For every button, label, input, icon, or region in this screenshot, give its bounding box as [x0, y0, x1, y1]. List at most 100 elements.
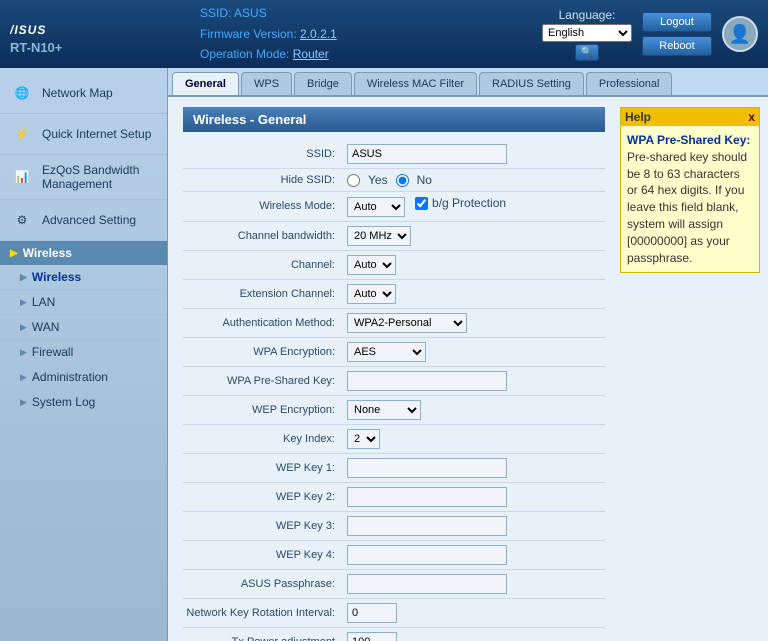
quick-setup-icon: ⚡: [10, 122, 34, 146]
channel-value: Auto12611: [343, 250, 605, 279]
reboot-button[interactable]: Reboot: [642, 36, 712, 56]
logout-button[interactable]: Logout: [642, 12, 712, 32]
tabs-bar: General WPS Bridge Wireless MAC Filter R…: [168, 68, 768, 97]
content-area: General WPS Bridge Wireless MAC Filter R…: [168, 68, 768, 641]
firmware-link[interactable]: 2.0.2.1: [300, 27, 337, 41]
section-title: Wireless - General: [183, 107, 605, 132]
channel-bw-row: Channel bandwidth: 20 MHz40 MHz: [183, 221, 605, 250]
ezqos-icon: 📊: [10, 165, 34, 189]
ssid-label: SSID:: [200, 6, 231, 20]
quick-setup-label: Quick Internet Setup: [42, 127, 151, 141]
hide-ssid-no-label: No: [417, 173, 432, 187]
wireless-form-table: SSID: Hide SSID: Yes No: [183, 140, 605, 641]
wireless-mode-value: Autob Onlyg Onlyn Only b/g Protection: [343, 192, 605, 222]
administration-label: Administration: [32, 370, 108, 384]
wpa-encryption-label: WPA Encryption:: [183, 337, 343, 366]
channel-bw-value: 20 MHz40 MHz: [343, 221, 605, 250]
wireless-mode-select[interactable]: Autob Onlyg Onlyn Only: [347, 197, 405, 217]
key-index-label: Key Index:: [183, 424, 343, 453]
operation-link[interactable]: Router: [293, 47, 329, 61]
wep-key3-value: [343, 511, 605, 540]
form-area: Wireless - General SSID: Hide SSID:: [168, 97, 768, 641]
hide-ssid-label: Hide SSID:: [183, 169, 343, 192]
svg-text:/ISUS: /ISUS: [10, 23, 46, 37]
channel-bw-select[interactable]: 20 MHz40 MHz: [347, 226, 411, 246]
help-panel: Help x WPA Pre-Shared Key: Pre-shared ke…: [620, 107, 760, 273]
wpa-encryption-row: WPA Encryption: AESTKIPTKIP+AES: [183, 337, 605, 366]
sidebar-subitem-lan[interactable]: ▶ LAN: [0, 290, 167, 315]
key-index-select[interactable]: 1234: [347, 429, 380, 449]
wep-encryption-select[interactable]: NoneWEP-64WEP-128: [347, 400, 421, 420]
sidebar-subitem-wan[interactable]: ▶ WAN: [0, 315, 167, 340]
system-log-label: System Log: [32, 395, 95, 409]
tx-power-input[interactable]: [347, 632, 397, 641]
operation-label: Operation Mode:: [200, 47, 289, 61]
wpa-key-input[interactable]: [347, 371, 507, 391]
bg-protection-group: b/g Protection: [415, 196, 506, 210]
auth-method-select[interactable]: WPA2-PersonalWPA-PersonalWPA2-Enterprise…: [347, 313, 467, 333]
network-map-label: Network Map: [42, 86, 113, 100]
sidebar-subitem-administration[interactable]: ▶ Administration: [0, 365, 167, 390]
model-name: RT-N10+: [10, 40, 62, 55]
sidebar-subitem-wireless[interactable]: ▶ Wireless: [0, 265, 167, 290]
sidebar-item-advanced[interactable]: ⚙ Advanced Setting: [0, 200, 167, 241]
language-select[interactable]: English Chinese French: [542, 24, 632, 42]
hide-ssid-yes-radio[interactable]: [347, 174, 360, 187]
bg-protection-checkbox[interactable]: [415, 197, 428, 210]
tab-bridge[interactable]: Bridge: [294, 72, 352, 95]
sidebar-subitem-firewall[interactable]: ▶ Firewall: [0, 340, 167, 365]
sidebar-subitem-system-log[interactable]: ▶ System Log: [0, 390, 167, 415]
channel-select[interactable]: Auto12611: [347, 255, 396, 275]
ssid-value: ASUS: [234, 6, 267, 20]
wep-encryption-label: WEP Encryption:: [183, 395, 343, 424]
tx-power-value: [343, 627, 605, 641]
wireless-triangle: ▶: [10, 248, 18, 259]
ssid-value-cell: [343, 140, 605, 169]
wep-encryption-value: NoneWEP-64WEP-128: [343, 395, 605, 424]
language-area: Language: English Chinese French 🔍: [542, 8, 632, 61]
advanced-label: Advanced Setting: [42, 213, 136, 227]
tab-mac-filter[interactable]: Wireless MAC Filter: [354, 72, 477, 95]
extension-channel-row: Extension Channel: Auto1611: [183, 279, 605, 308]
tab-professional[interactable]: Professional: [586, 72, 673, 95]
wep-key1-value: [343, 453, 605, 482]
tab-radius[interactable]: RADIUS Setting: [479, 72, 584, 95]
rotation-interval-row: Network Key Rotation Interval:: [183, 598, 605, 627]
sidebar: 🌐 Network Map ⚡ Quick Internet Setup 📊 E…: [0, 68, 168, 641]
wep-key1-row: WEP Key 1:: [183, 453, 605, 482]
wep-key1-input[interactable]: [347, 458, 507, 478]
auth-method-value: WPA2-PersonalWPA-PersonalWPA2-Enterprise…: [343, 308, 605, 337]
wpa-encryption-value: AESTKIPTKIP+AES: [343, 337, 605, 366]
header-buttons: Logout Reboot: [642, 12, 712, 56]
wireless-mode-row: Wireless Mode: Autob Onlyg Onlyn Only b/…: [183, 192, 605, 222]
rotation-interval-label: Network Key Rotation Interval:: [183, 598, 343, 627]
asus-passphrase-label: ASUS Passphrase:: [183, 569, 343, 598]
firewall-label: Firewall: [32, 345, 73, 359]
syslog-arrow: ▶: [20, 397, 27, 408]
key-index-row: Key Index: 1234: [183, 424, 605, 453]
hide-ssid-no-radio[interactable]: [396, 174, 409, 187]
hide-ssid-value: Yes No: [343, 169, 605, 192]
wep-key3-input[interactable]: [347, 516, 507, 536]
sidebar-item-quick-setup[interactable]: ⚡ Quick Internet Setup: [0, 114, 167, 155]
ssid-input[interactable]: [347, 144, 507, 164]
search-button[interactable]: 🔍: [575, 44, 599, 61]
channel-row: Channel: Auto12611: [183, 250, 605, 279]
bg-protection-label: b/g Protection: [432, 196, 506, 210]
wep-key4-input[interactable]: [347, 545, 507, 565]
help-close-button[interactable]: x: [748, 110, 755, 124]
lan-label: LAN: [32, 295, 55, 309]
sidebar-item-network-map[interactable]: 🌐 Network Map: [0, 73, 167, 114]
rotation-interval-input[interactable]: [347, 603, 397, 623]
tab-wps[interactable]: WPS: [241, 72, 292, 95]
asus-passphrase-input[interactable]: [347, 574, 507, 594]
ssid-label: SSID:: [183, 140, 343, 169]
extension-channel-select[interactable]: Auto1611: [347, 284, 396, 304]
wpa-encryption-select[interactable]: AESTKIPTKIP+AES: [347, 342, 426, 362]
asus-logo: /ISUS: [10, 14, 80, 38]
wireless-group: ▶ Wireless: [0, 241, 167, 265]
wan-label: WAN: [32, 320, 60, 334]
tab-general[interactable]: General: [172, 72, 239, 95]
wep-key2-input[interactable]: [347, 487, 507, 507]
sidebar-item-ezqos[interactable]: 📊 EzQoS Bandwidth Management: [0, 155, 167, 200]
